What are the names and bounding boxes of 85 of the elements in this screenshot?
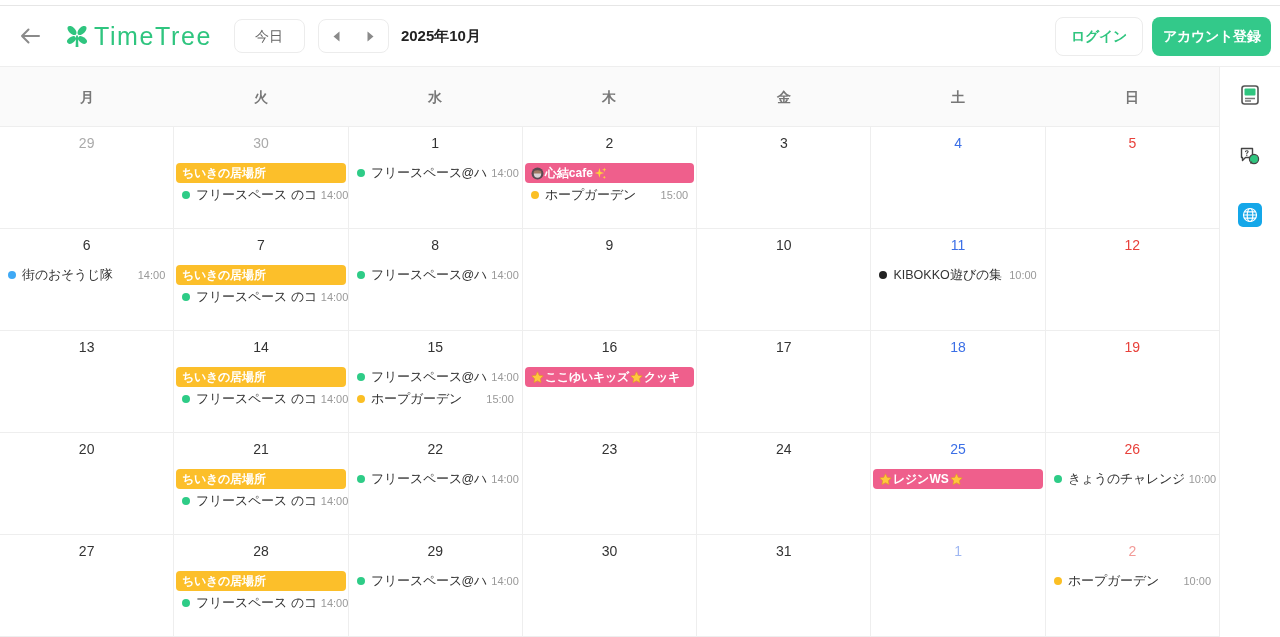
weekday-label: 水: [428, 87, 443, 107]
event-time: 14:00: [491, 165, 519, 181]
day-number[interactable]: 1: [431, 133, 440, 153]
event-time: 14:00: [320, 289, 349, 305]
event-title[interactable]: KIBOKKO遊びの集: [893, 265, 1002, 285]
event-title[interactable]: ホープガーデン: [370, 389, 462, 409]
event-time: 14:00: [491, 267, 519, 283]
event-time: 14:00: [320, 391, 349, 407]
event-title[interactable]: フリースペース のコ: [196, 287, 317, 307]
day-number[interactable]: 15: [427, 337, 443, 357]
event-time: 10:00: [1009, 267, 1037, 283]
today-button[interactable]: 今日: [233, 19, 305, 53]
event-time: 10:00: [1183, 573, 1211, 589]
event-title[interactable]: フリースペース のコ: [196, 389, 317, 409]
day-number[interactable]: 21: [253, 439, 269, 459]
star-icon: [949, 472, 963, 486]
day-number[interactable]: 12: [1124, 235, 1141, 255]
day-number[interactable]: 29: [427, 541, 443, 561]
event-time: 14:00: [320, 187, 349, 203]
event-title[interactable]: ホープガーデン: [544, 185, 636, 205]
event-title[interactable]: 街のおそうじ隊: [22, 265, 113, 285]
day-number[interactable]: 9: [605, 235, 614, 255]
day-number[interactable]: 7: [257, 235, 265, 255]
event-title[interactable]: フリースペース@ハ: [370, 265, 488, 285]
day-number[interactable]: 27: [78, 541, 95, 561]
event-title[interactable]: ホープガーデン: [1067, 571, 1159, 591]
event-title[interactable]: フリースペース@ハ: [370, 469, 488, 489]
event-time: 14:00: [137, 267, 166, 283]
event-title[interactable]: フリースペース@ハ: [370, 367, 488, 387]
caret-right-icon[interactable]: [366, 30, 374, 42]
day-number[interactable]: 3: [779, 133, 788, 153]
day-number[interactable]: 11: [950, 235, 966, 255]
event-time: 14:00: [491, 471, 519, 487]
weekday-label: 月: [80, 87, 95, 107]
day-number[interactable]: 13: [78, 337, 95, 357]
day-number[interactable]: 28: [253, 541, 269, 561]
leaf-logo-icon: [65, 24, 89, 48]
weekday-label: 土: [950, 87, 965, 107]
day-number[interactable]: 19: [1124, 337, 1141, 357]
weekday-label: 金: [776, 87, 791, 107]
event-time: 10:00: [1188, 471, 1217, 487]
event-time: 14:00: [320, 493, 349, 509]
event-time: 14:00: [491, 369, 519, 385]
event-time: 15:00: [660, 187, 689, 203]
day-number[interactable]: 4: [954, 133, 962, 153]
day-number[interactable]: 17: [776, 337, 792, 357]
day-number[interactable]: 25: [950, 439, 966, 459]
star-icon: [879, 472, 893, 486]
help-chat-icon[interactable]: [1240, 147, 1260, 165]
day-number[interactable]: 18: [950, 337, 966, 357]
star-icon: [530, 370, 544, 384]
day-number[interactable]: 10: [776, 235, 792, 255]
event-title[interactable]: フリースペース@ハ: [370, 163, 488, 183]
month-title: 2025年10月: [400, 25, 481, 46]
document-icon[interactable]: [1241, 85, 1259, 105]
day-number[interactable]: 6: [82, 235, 91, 255]
day-number[interactable]: 2: [605, 133, 614, 153]
event-title[interactable]: フリースペース のコ: [196, 185, 317, 205]
globe-icon[interactable]: [1238, 203, 1262, 227]
day-number[interactable]: 5: [1128, 133, 1137, 153]
weekday-label: 日: [1124, 87, 1139, 107]
weekday-label: 木: [602, 87, 617, 107]
day-number[interactable]: 30: [601, 541, 618, 561]
day-number[interactable]: 16: [601, 337, 618, 357]
event-title[interactable]: きょうのチャレンジ: [1067, 469, 1185, 489]
event-time: 15:00: [486, 391, 514, 407]
day-number[interactable]: 23: [601, 439, 618, 459]
event-title[interactable]: フリースペース@ハ: [370, 571, 488, 591]
day-number[interactable]: 20: [78, 439, 95, 459]
star-icon: [629, 370, 643, 384]
event-time: 14:00: [491, 573, 519, 589]
back-arrow-icon[interactable]: [20, 28, 40, 44]
event-time: 14:00: [320, 595, 349, 611]
day-number[interactable]: 14: [253, 337, 269, 357]
cup-icon: [530, 166, 544, 180]
weekday-label: 火: [254, 87, 269, 107]
event-title[interactable]: フリースペース のコ: [196, 593, 317, 613]
day-number[interactable]: 22: [427, 439, 443, 459]
day-number[interactable]: 26: [1124, 439, 1141, 459]
day-number[interactable]: 8: [431, 235, 440, 255]
event-title[interactable]: フリースペース のコ: [196, 491, 317, 511]
day-number[interactable]: 24: [776, 439, 792, 459]
day-number[interactable]: 31: [776, 541, 792, 561]
sparkle-icon: [593, 166, 607, 180]
caret-left-icon[interactable]: [332, 30, 340, 42]
